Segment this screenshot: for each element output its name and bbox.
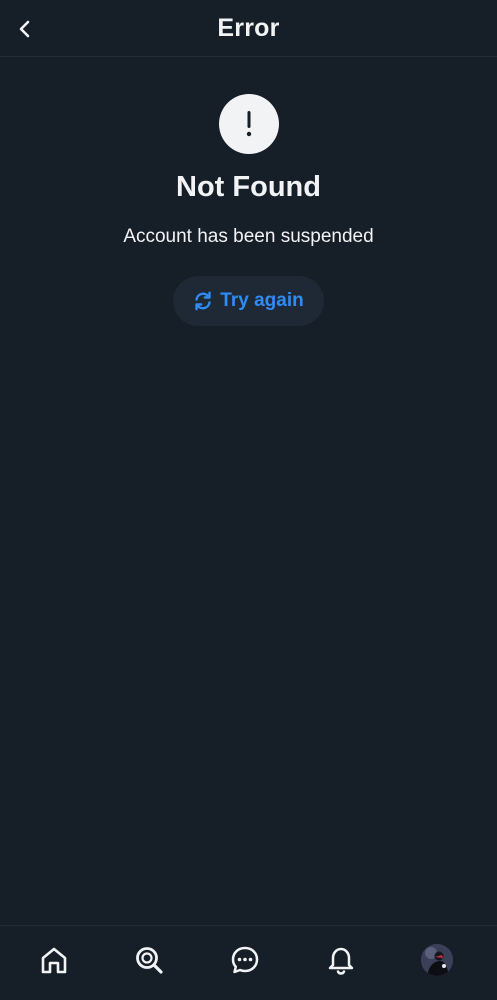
refresh-icon xyxy=(195,291,211,311)
error-title: Not Found xyxy=(176,171,321,203)
nav-search[interactable] xyxy=(131,942,167,978)
avatar xyxy=(421,944,453,976)
nav-profile[interactable] xyxy=(419,942,455,978)
bottom-nav xyxy=(0,925,497,1000)
error-icon-circle xyxy=(219,94,279,154)
try-again-label: Try again xyxy=(220,290,304,311)
exclamation-icon xyxy=(246,111,252,137)
error-message: Account has been suspended xyxy=(123,226,374,247)
chat-icon xyxy=(231,946,259,974)
nav-chat[interactable] xyxy=(227,942,263,978)
avatar-image xyxy=(421,944,453,976)
try-again-button[interactable]: Try again xyxy=(173,276,324,326)
page-title: Error xyxy=(217,14,280,42)
nav-home[interactable] xyxy=(36,942,72,978)
home-icon xyxy=(41,947,67,974)
search-icon xyxy=(136,947,163,974)
nav-notifications[interactable] xyxy=(323,942,359,978)
top-bar: Error xyxy=(0,0,497,57)
bell-icon xyxy=(328,947,354,975)
